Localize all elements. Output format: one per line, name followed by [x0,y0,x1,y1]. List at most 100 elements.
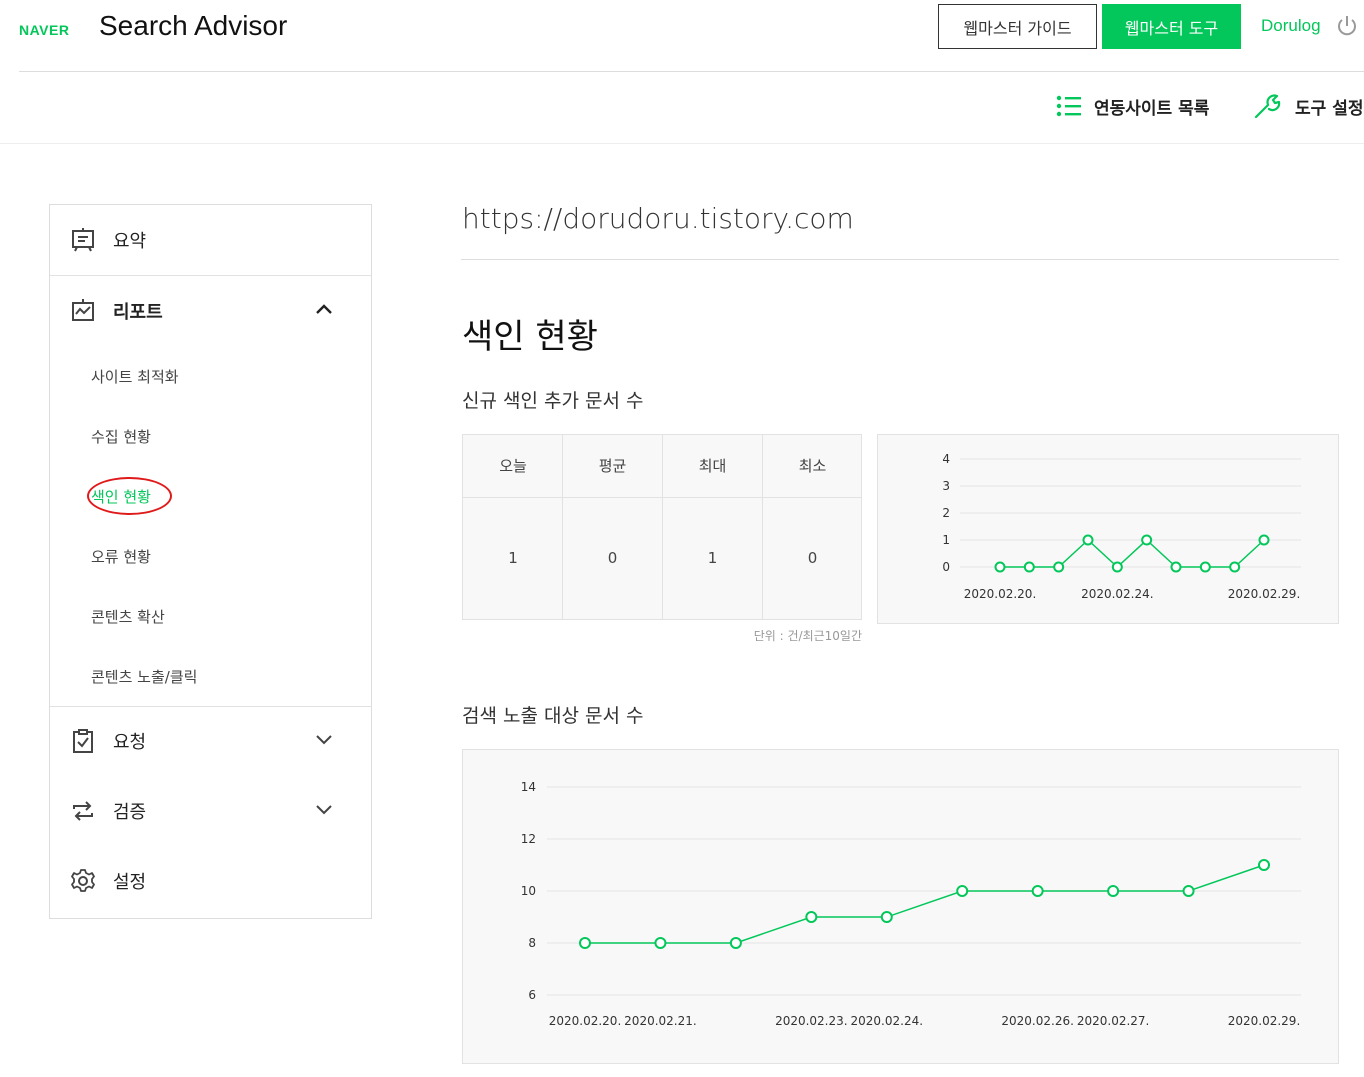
sidebar-subitem-crawl-status[interactable]: 수집 현황 [91,426,151,447]
stats-col-max: 최대 1 [662,435,762,619]
chevron-down-icon[interactable] [314,802,334,816]
data-point [1170,561,1182,573]
data-point [805,911,818,923]
report-chart-icon [72,299,94,321]
tool-settings-label: 도구 설정 [1295,98,1364,119]
sidebar-subitem-error-status[interactable]: 오류 현황 [91,546,151,567]
sidebar-item-request[interactable]: 요청 [50,706,371,776]
y-tick-label: 2 [942,506,950,520]
data-point [1107,885,1120,897]
data-point [1258,859,1270,871]
x-tick-label: 2020.02.21. [624,1014,697,1028]
stats-header: 최대 [663,435,762,498]
user-name-link[interactable]: Dorulog [1261,16,1321,36]
stats-col-today: 오늘 1 [463,435,563,619]
page-title: 색인 현황 [462,317,598,357]
gear-icon [71,869,95,892]
swap-arrows-icon [73,801,93,821]
data-point [1182,885,1195,897]
y-tick-label: 0 [942,560,950,574]
sidebar-item-settings[interactable]: 설정 [50,846,371,916]
data-point [1199,561,1211,573]
data-point [729,937,742,949]
data-point [1082,534,1094,546]
x-tick-label: 2020.02.24. [851,1014,924,1028]
y-tick-label: 14 [521,780,536,794]
wrench-icon [1254,94,1281,119]
y-tick-label: 8 [528,936,536,950]
sidebar-item-summary-label: 요약 [113,231,147,252]
sidebar-item-settings-label: 설정 [113,872,147,893]
x-tick-label: 2020.02.27. [1077,1014,1150,1028]
webmaster-tool-button[interactable]: 웹마스터 도구 [1102,4,1241,49]
stats-value: 1 [508,549,518,567]
new-docs-title: 신규 색인 추가 문서 수 [462,390,644,412]
stats-col-min: 최소 0 [762,435,862,619]
sidebar-item-report-label: 리포트 [113,302,163,323]
sidebar-subitem-content-spread[interactable]: 콘텐츠 확산 [91,606,165,627]
sidebar-subitem-site-optimization[interactable]: 사이트 최적화 [91,366,179,387]
data-point [1141,534,1153,546]
summary-board-icon [72,228,94,252]
subnav-divider [0,143,1364,144]
y-tick-label: 6 [528,988,536,1002]
webmaster-guide-button[interactable]: 웹마스터 가이드 [938,4,1097,49]
data-point [1258,534,1270,546]
data-point [654,937,667,949]
y-tick-label: 4 [942,452,950,466]
data-point [880,911,893,923]
data-point [1023,561,1035,573]
data-point [994,561,1006,573]
stats-col-average: 평균 0 [562,435,662,619]
tool-settings-link[interactable]: 도구 설정 [1253,90,1363,122]
sidebar-item-verify-label: 검증 [113,802,147,823]
x-tick-label: 2020.02.20. [549,1014,622,1028]
stats-table: 오늘 1 평균 0 최대 1 최소 0 [462,434,862,620]
list-icon [1056,95,1081,117]
stats-value: 1 [707,549,718,567]
data-point [1053,561,1065,573]
chevron-up-icon[interactable] [314,302,334,316]
exposed-docs-chart: 6 8 10 12 14 2020.02.20. 2020.02.21. 2020.02.23… [462,749,1339,1064]
stats-value: 0 [607,549,618,567]
chevron-down-icon[interactable] [314,732,334,746]
y-tick-label: 3 [942,479,950,493]
new-docs-chart-svg: 0 1 2 3 4 2020.02.20. 2020.02.24. 2020.02.29. [942,452,1301,601]
sidebar-item-summary[interactable]: 요약 [50,205,371,275]
clipboard-check-icon [73,729,93,753]
series-line [1000,538,1265,569]
x-tick-label: 2020.02.20. [964,587,1037,601]
unit-note: 단위 : 건/최근10일간 [753,629,862,643]
stats-value: 0 [807,549,818,567]
data-point [956,885,969,897]
x-tick-label: 2020.02.24. [1081,587,1154,601]
new-docs-chart: 0 1 2 3 4 2020.02.20. 2020.02.24. 2020.02.29. [877,434,1339,624]
sidebar-subitem-content-exposure[interactable]: 콘텐츠 노출/클릭 [91,666,197,687]
y-tick-label: 1 [942,533,950,547]
url-divider [461,259,1339,260]
exposed-docs-title: 검색 노출 대상 문서 수 [462,705,644,727]
y-tick-label: 10 [521,884,536,898]
sidebar-item-request-label: 요청 [113,732,147,753]
x-tick-label: 2020.02.29. [1228,587,1301,601]
stats-header: 최소 [763,435,862,498]
x-tick-label: 2020.02.29. [1228,1014,1301,1028]
data-point [579,937,591,949]
y-tick-label: 12 [521,832,536,846]
sidebar-item-report[interactable]: 리포트 [50,276,371,346]
sidebar: 요약 리포트 사이트 최적화 수집 현황 색인 현황 오류 현황 콘텐츠 확산 … [49,204,372,919]
data-point [1031,885,1044,897]
site-url: https://dorudoru.tistory.com [462,202,854,235]
naver-logo[interactable]: NAVER [19,22,69,38]
series-line [585,864,1265,944]
app-title[interactable]: Search Advisor [99,10,287,42]
sidebar-item-verify[interactable]: 검증 [50,776,371,846]
x-tick-label: 2020.02.23. [775,1014,848,1028]
linked-sites-link[interactable]: 연동사이트 목록 [1056,90,1209,122]
stats-header: 오늘 [463,435,563,498]
exposed-docs-chart-svg: 6 8 10 12 14 2020.02.20. 2020.02.21. 2020.02.23… [521,780,1301,1028]
data-point [1111,561,1123,573]
power-icon[interactable] [1336,14,1358,38]
header-divider [19,71,1364,72]
highlight-circle [87,477,172,515]
